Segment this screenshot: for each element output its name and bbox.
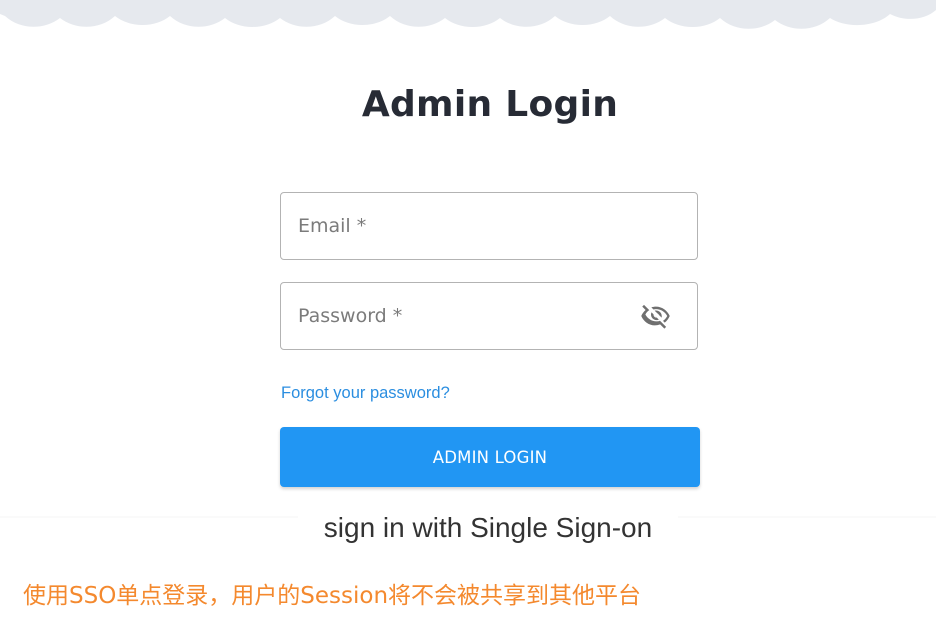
admin-login-button[interactable]: ADMIN LOGIN xyxy=(280,427,700,487)
cloud-banner xyxy=(0,0,936,29)
email-placeholder: Email * xyxy=(298,215,367,237)
login-page: Admin Login Email * Password * Forgot yo… xyxy=(0,0,936,630)
password-field[interactable]: Password * xyxy=(280,282,698,350)
email-field[interactable]: Email * xyxy=(280,192,698,260)
sso-note: 使用SSO单点登录，用户的Session将不会被共享到其他平台 xyxy=(23,583,642,609)
password-placeholder: Password * xyxy=(298,305,403,327)
page-title: Admin Login xyxy=(361,84,619,125)
forgot-password-link[interactable]: Forgot your password? xyxy=(281,384,450,403)
eye-off-icon[interactable] xyxy=(641,301,671,331)
sso-signin-link[interactable]: sign in with Single Sign-on xyxy=(298,510,678,546)
